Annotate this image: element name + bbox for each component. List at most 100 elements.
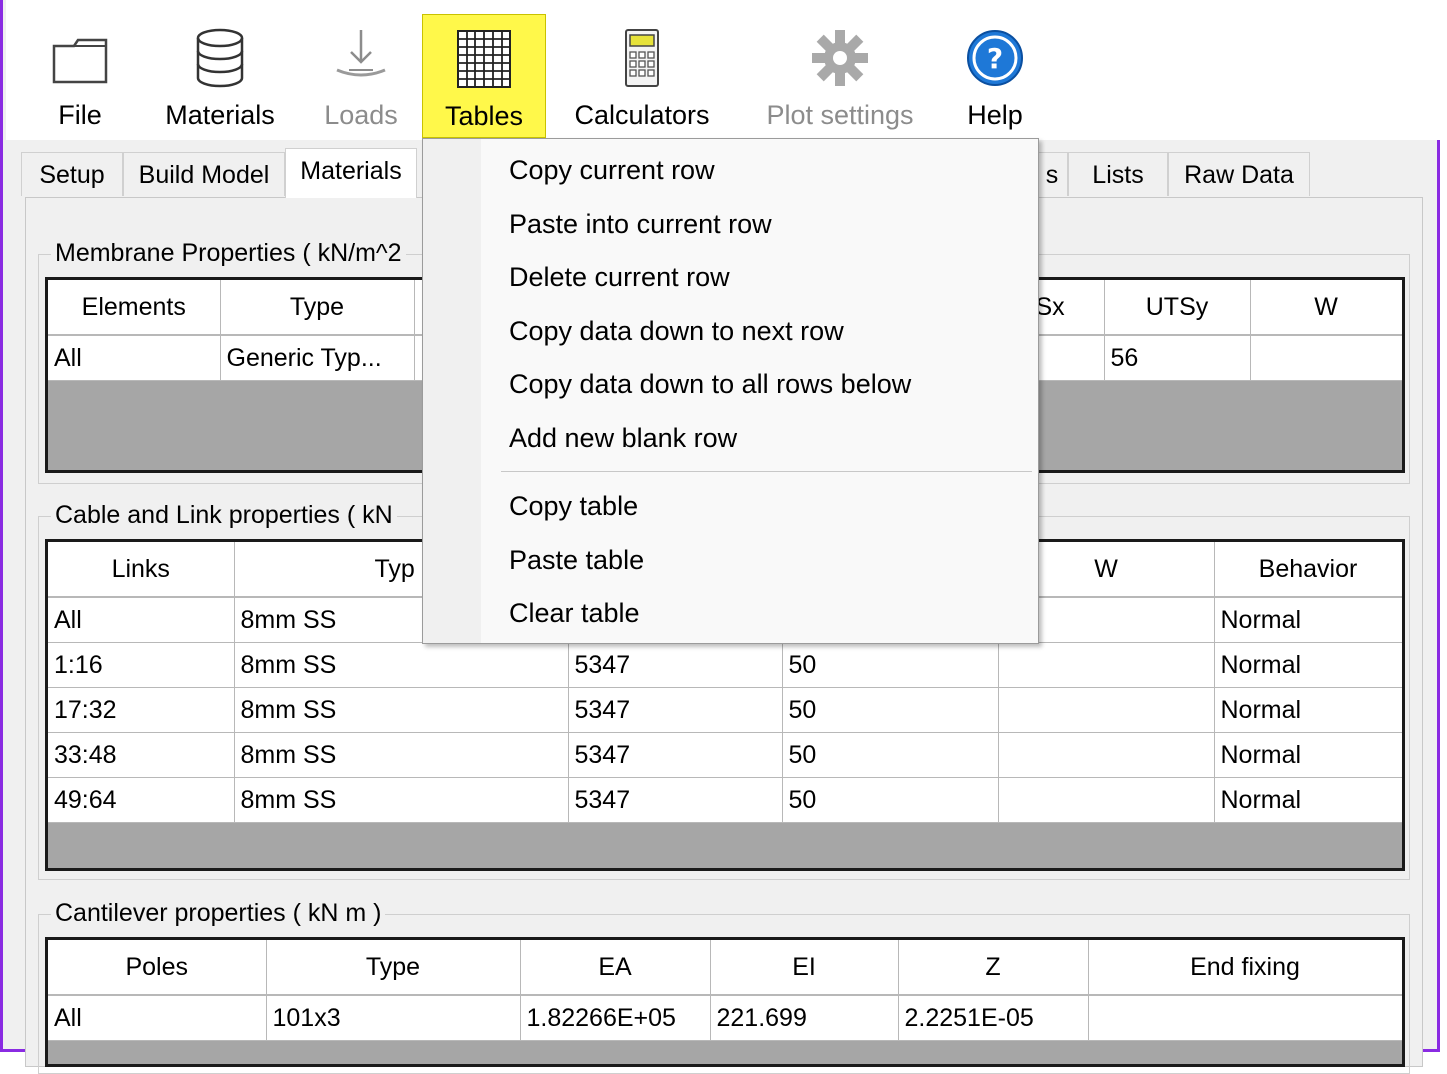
file-button[interactable]: File bbox=[30, 14, 130, 138]
cell-links[interactable]: 49:64 bbox=[48, 777, 235, 823]
loads-label: Loads bbox=[324, 100, 398, 130]
tab-hidden-partial[interactable]: s bbox=[1036, 152, 1068, 196]
cantilever-grid[interactable]: Poles Type EA EI Z End fixing All 101x3 … bbox=[45, 937, 1405, 1067]
cell-w[interactable] bbox=[998, 777, 1215, 823]
col-w[interactable]: W bbox=[1250, 280, 1402, 336]
cell-w[interactable] bbox=[1250, 335, 1402, 381]
cell-z[interactable]: 2.2251E-05 bbox=[898, 995, 1089, 1041]
col-links[interactable]: Links bbox=[48, 542, 235, 598]
load-arrow-icon bbox=[336, 30, 386, 77]
cell-value[interactable]: 50 bbox=[782, 777, 999, 823]
cantilever-properties-title: Cantilever properties ( kN m ) bbox=[51, 899, 386, 928]
cell-value[interactable]: 50 bbox=[782, 642, 999, 688]
cell-value[interactable]: 50 bbox=[782, 732, 999, 778]
cell-type[interactable]: 8mm SS bbox=[234, 732, 569, 778]
cell-links[interactable]: 17:32 bbox=[48, 687, 235, 733]
menu-separator bbox=[501, 471, 1032, 472]
cell-elements[interactable]: All bbox=[48, 335, 221, 381]
folder-icon bbox=[52, 38, 108, 84]
cell-ea[interactable]: 5347 bbox=[568, 777, 783, 823]
col-poles[interactable]: Poles bbox=[48, 940, 267, 996]
menu-item-paste-into-current-row[interactable]: Paste into current row bbox=[483, 199, 1036, 249]
menu-item-copy-current-row[interactable]: Copy current row bbox=[483, 145, 1036, 195]
cell-ea[interactable]: 5347 bbox=[568, 687, 783, 733]
cell-links[interactable]: 1:16 bbox=[48, 642, 235, 688]
main-toolbar: File Materials Loads Tables Calculators … bbox=[6, 0, 1440, 140]
col-ea[interactable]: EA bbox=[520, 940, 711, 996]
cell-w[interactable] bbox=[998, 642, 1215, 688]
cell-value[interactable]: 50 bbox=[782, 687, 999, 733]
help-button[interactable]: ? Help bbox=[950, 14, 1040, 138]
menu-item-copy-table[interactable]: Copy table bbox=[483, 481, 1036, 531]
menu-item-delete-current-row[interactable]: Delete current row bbox=[483, 252, 1036, 302]
col-type[interactable]: Type bbox=[220, 280, 415, 336]
cell-links[interactable]: 33:48 bbox=[48, 732, 235, 778]
table-row[interactable]: 1:16 8mm SS 5347 50 Normal bbox=[48, 642, 1402, 688]
cell-behavior[interactable]: Normal bbox=[1214, 777, 1402, 823]
menu-item-copy-data-down-all[interactable]: Copy data down to all rows below bbox=[483, 359, 1036, 409]
col-behavior[interactable]: Behavior bbox=[1214, 542, 1402, 598]
tab-materials[interactable]: Materials bbox=[285, 148, 417, 198]
plot-settings-label: Plot settings bbox=[766, 100, 914, 130]
col-ei[interactable]: EI bbox=[710, 940, 899, 996]
tab-raw-data[interactable]: Raw Data bbox=[1168, 152, 1310, 196]
cell-type[interactable]: 8mm SS bbox=[234, 642, 569, 688]
cell-poles[interactable]: All bbox=[48, 995, 267, 1041]
calculator-icon bbox=[625, 29, 659, 87]
cell-type[interactable]: 101x3 bbox=[266, 995, 521, 1041]
cell-ea[interactable]: 1.82266E+05 bbox=[520, 995, 711, 1041]
cell-links[interactable]: All bbox=[48, 597, 235, 643]
cell-behavior[interactable]: Normal bbox=[1214, 732, 1402, 778]
cell-ea[interactable]: 5347 bbox=[568, 642, 783, 688]
cell-utsx[interactable] bbox=[1034, 335, 1105, 381]
menu-item-paste-table[interactable]: Paste table bbox=[483, 535, 1036, 585]
cell-type[interactable]: Generic Typ... bbox=[220, 335, 415, 381]
cantilever-properties-group: Cantilever properties ( kN m ) Poles Typ… bbox=[38, 899, 1410, 1074]
materials-button[interactable]: Materials bbox=[152, 14, 288, 138]
tab-lists[interactable]: Lists bbox=[1068, 152, 1168, 196]
cell-w[interactable] bbox=[998, 687, 1215, 733]
cell-behavior[interactable]: Normal bbox=[1214, 597, 1402, 643]
cell-w[interactable] bbox=[998, 732, 1215, 778]
col-elements[interactable]: Elements bbox=[48, 280, 221, 336]
file-label: File bbox=[58, 100, 102, 130]
tables-button[interactable]: Tables bbox=[422, 14, 546, 138]
col-utsy[interactable]: UTSy bbox=[1104, 280, 1251, 336]
app-window: File Materials Loads Tables Calculators … bbox=[0, 0, 1440, 1074]
gear-icon bbox=[812, 30, 868, 86]
cell-end-fixing[interactable] bbox=[1088, 995, 1402, 1041]
calculators-button[interactable]: Calculators bbox=[562, 14, 722, 138]
cell-type[interactable]: 8mm SS bbox=[234, 687, 569, 733]
calculators-label: Calculators bbox=[574, 100, 710, 130]
cable-link-properties-title: Cable and Link properties ( kN bbox=[51, 501, 397, 530]
cell-behavior[interactable]: Normal bbox=[1214, 642, 1402, 688]
col-z[interactable]: Z bbox=[898, 940, 1089, 996]
col-type[interactable]: Type bbox=[266, 940, 521, 996]
materials-label: Materials bbox=[165, 100, 275, 130]
menu-item-copy-data-down-next[interactable]: Copy data down to next row bbox=[483, 306, 1036, 356]
help-circle-icon: ? bbox=[967, 30, 1023, 86]
table-row[interactable]: All 101x3 1.82266E+05 221.699 2.2251E-05 bbox=[48, 995, 1402, 1041]
tab-setup[interactable]: Setup bbox=[21, 152, 123, 196]
menu-gutter bbox=[423, 139, 481, 643]
tab-build-model[interactable]: Build Model bbox=[123, 152, 285, 196]
database-icon bbox=[196, 28, 244, 88]
loads-button[interactable]: Loads bbox=[306, 14, 416, 138]
cell-behavior[interactable]: Normal bbox=[1214, 687, 1402, 733]
table-row[interactable]: 33:48 8mm SS 5347 50 Normal bbox=[48, 732, 1402, 778]
menu-item-add-new-blank-row[interactable]: Add new blank row bbox=[483, 413, 1036, 463]
menu-item-clear-table[interactable]: Clear table bbox=[483, 588, 1036, 638]
tables-label: Tables bbox=[444, 101, 524, 131]
plot-settings-button[interactable]: Plot settings bbox=[752, 14, 928, 138]
help-label: Help bbox=[967, 100, 1023, 130]
grid-table-icon bbox=[457, 30, 511, 88]
cell-type[interactable]: 8mm SS bbox=[234, 777, 569, 823]
membrane-properties-title: Membrane Properties ( kN/m^2 bbox=[51, 239, 406, 268]
table-row[interactable]: 17:32 8mm SS 5347 50 Normal bbox=[48, 687, 1402, 733]
cell-utsy[interactable]: 56 bbox=[1104, 335, 1251, 381]
col-utsx[interactable]: Sx bbox=[1034, 280, 1105, 336]
cell-ei[interactable]: 221.699 bbox=[710, 995, 899, 1041]
table-row[interactable]: 49:64 8mm SS 5347 50 Normal bbox=[48, 777, 1402, 823]
col-end-fixing[interactable]: End fixing bbox=[1088, 940, 1402, 996]
cell-ea[interactable]: 5347 bbox=[568, 732, 783, 778]
